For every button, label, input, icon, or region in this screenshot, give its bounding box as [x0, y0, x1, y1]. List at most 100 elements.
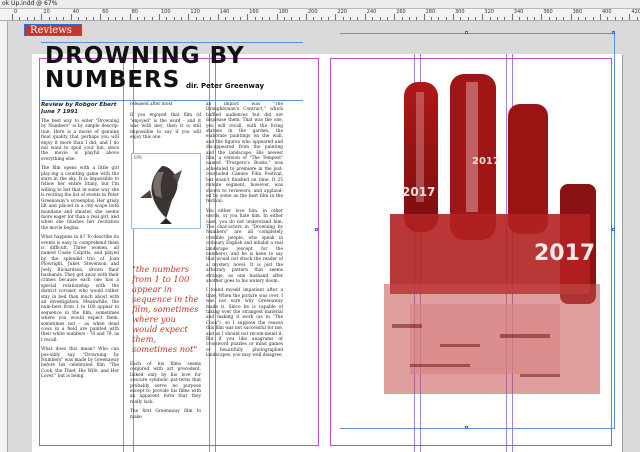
pull-quote[interactable]: "the numbers from 1 to 100 appear in seq…: [132, 264, 200, 354]
ruler-minor-tick: [313, 17, 315, 20]
ruler-minor-tick: [438, 17, 440, 20]
ruler-number: 160: [249, 9, 259, 15]
ruler-major-tick: [276, 14, 278, 20]
art-number-label: 2017: [402, 185, 435, 199]
ruler-minor-tick: [342, 17, 344, 20]
ruler-major-tick: [629, 14, 631, 20]
ruler-minor-tick: [269, 17, 271, 20]
ruler-minor-tick: [122, 17, 124, 20]
ruler-major-tick: [453, 14, 454, 20]
text-column-3[interactable]: an impact was "The Draughtsman's Contrac…: [206, 102, 283, 398]
fish-image-frame[interactable]: SPB: [131, 153, 201, 229]
ruler-minor-tick: [261, 17, 263, 20]
ruler-major-tick: [600, 14, 601, 20]
vertical-ruler[interactable]: [0, 21, 8, 452]
ruler-minor-tick: [48, 17, 50, 20]
ruler-minor-tick: [92, 17, 94, 20]
frame-handle-left[interactable]: [315, 228, 318, 231]
ruler-minor-tick: [56, 17, 58, 20]
ruler-minor-tick: [555, 17, 557, 20]
ruler-number: 100: [161, 9, 171, 15]
ruler-number: 340: [513, 9, 524, 15]
ruler-major-tick: [217, 14, 219, 20]
ruler-minor-tick: [519, 17, 521, 20]
headline[interactable]: DROWNING BY NUMBERS: [45, 44, 305, 92]
frame-handle-bottom[interactable]: [465, 426, 468, 429]
ruler-major-tick: [482, 14, 484, 20]
art-number-label: 2017: [472, 156, 500, 167]
ruler-minor-tick: [85, 17, 87, 20]
ruler-number: 280: [425, 9, 436, 15]
col1-paragraph: The film opens with a little girl play-i…: [41, 166, 119, 231]
ruler-minor-tick: [614, 17, 616, 20]
ruler-minor-tick: [151, 17, 153, 20]
ruler-minor-tick: [408, 17, 410, 20]
ruler-number: 380: [572, 9, 583, 15]
ruler-minor-tick: [107, 17, 109, 20]
ruler-number: 180: [278, 9, 289, 15]
ruler-number: 240: [366, 9, 377, 15]
ruler-minor-tick: [350, 17, 352, 20]
fish-photo: [140, 166, 182, 224]
ruler-minor-tick: [283, 17, 285, 20]
ruler-minor-tick: [372, 17, 374, 20]
headline-frame-edge-bottom: [41, 100, 303, 101]
ruler-minor-tick: [504, 17, 506, 20]
document-tab-title[interactable]: ok Up.indd @ 67%: [0, 0, 640, 9]
col2-top-line: released after most: [130, 102, 173, 107]
ruler-number: 300: [455, 9, 465, 15]
ruler-minor-tick: [63, 17, 65, 20]
ruler-major-tick: [394, 14, 396, 20]
ruler-major-tick: [41, 14, 43, 20]
ruler-minor-tick: [225, 17, 227, 20]
ruler-minor-tick: [548, 17, 550, 20]
ruler-minor-tick: [445, 17, 447, 20]
ruler-minor-tick: [379, 17, 381, 20]
ruler-minor-tick: [203, 17, 205, 20]
ruler-minor-tick: [460, 17, 462, 20]
director-credit[interactable]: dir. Peter Greenway: [186, 82, 264, 90]
column-guide-1: [123, 54, 124, 452]
ruler-minor-tick: [114, 17, 116, 20]
ruler-number: 200: [308, 9, 318, 15]
ruler-minor-tick: [78, 17, 80, 20]
ruler-minor-tick: [239, 17, 241, 20]
ruler-minor-tick: [622, 17, 624, 20]
ruler-number: 60: [102, 9, 109, 15]
ruler-minor-tick: [475, 17, 477, 20]
col1-paragraph: What happens in it? To describe its even…: [41, 235, 119, 343]
ruler-number: 360: [543, 9, 553, 15]
frame-handle-right[interactable]: [612, 228, 615, 231]
section-tag[interactable]: Reviews: [24, 24, 82, 36]
frame-handle-top[interactable]: [465, 31, 468, 34]
ruler-major-tick: [335, 14, 337, 20]
art-number-label: 2017: [534, 241, 595, 266]
ruler-minor-tick: [254, 17, 256, 20]
ruler-minor-tick: [173, 17, 175, 20]
art-frame-edge-right: [614, 33, 615, 429]
ruler-major-tick: [306, 14, 307, 20]
sculpture-artwork[interactable]: 2017 2017 2017: [380, 64, 606, 404]
col1-paragraph: What does this mean? Who can pos-sibly s…: [41, 347, 119, 380]
art-frame-edge-bottom: [340, 428, 615, 429]
ruler-minor-tick: [195, 17, 197, 20]
ruler-major-tick: [364, 14, 366, 20]
ruler-minor-tick: [563, 17, 565, 20]
ruler-minor-tick: [320, 17, 322, 20]
ruler-minor-tick: [401, 17, 403, 20]
text-column-2-bottom[interactable]: Each of his films seems conjured with ar…: [130, 362, 201, 424]
ruler-major-tick: [188, 14, 190, 20]
ruler-minor-tick: [607, 17, 609, 20]
ruler-minor-tick: [416, 17, 418, 20]
ruler-minor-tick: [592, 17, 594, 20]
horizontal-ruler[interactable]: 0 20 40 60 80 100 120 140 160 180 200 220 240 260 280 3…: [0, 9, 640, 21]
text-column-2[interactable]: released after most If you enjoyed that …: [130, 102, 201, 144]
frame-handle-corner[interactable]: [612, 31, 615, 34]
ruler-major-tick: [100, 14, 102, 20]
ruler-minor-tick: [489, 17, 491, 20]
text-column-1[interactable]: Review by Robgor Ebert June 7 1991 The b…: [41, 102, 119, 442]
ruler-minor-tick: [328, 17, 330, 20]
ruler-minor-tick: [298, 17, 300, 20]
ruler-number: 420: [631, 9, 640, 15]
image-tag: SPB: [134, 155, 142, 160]
